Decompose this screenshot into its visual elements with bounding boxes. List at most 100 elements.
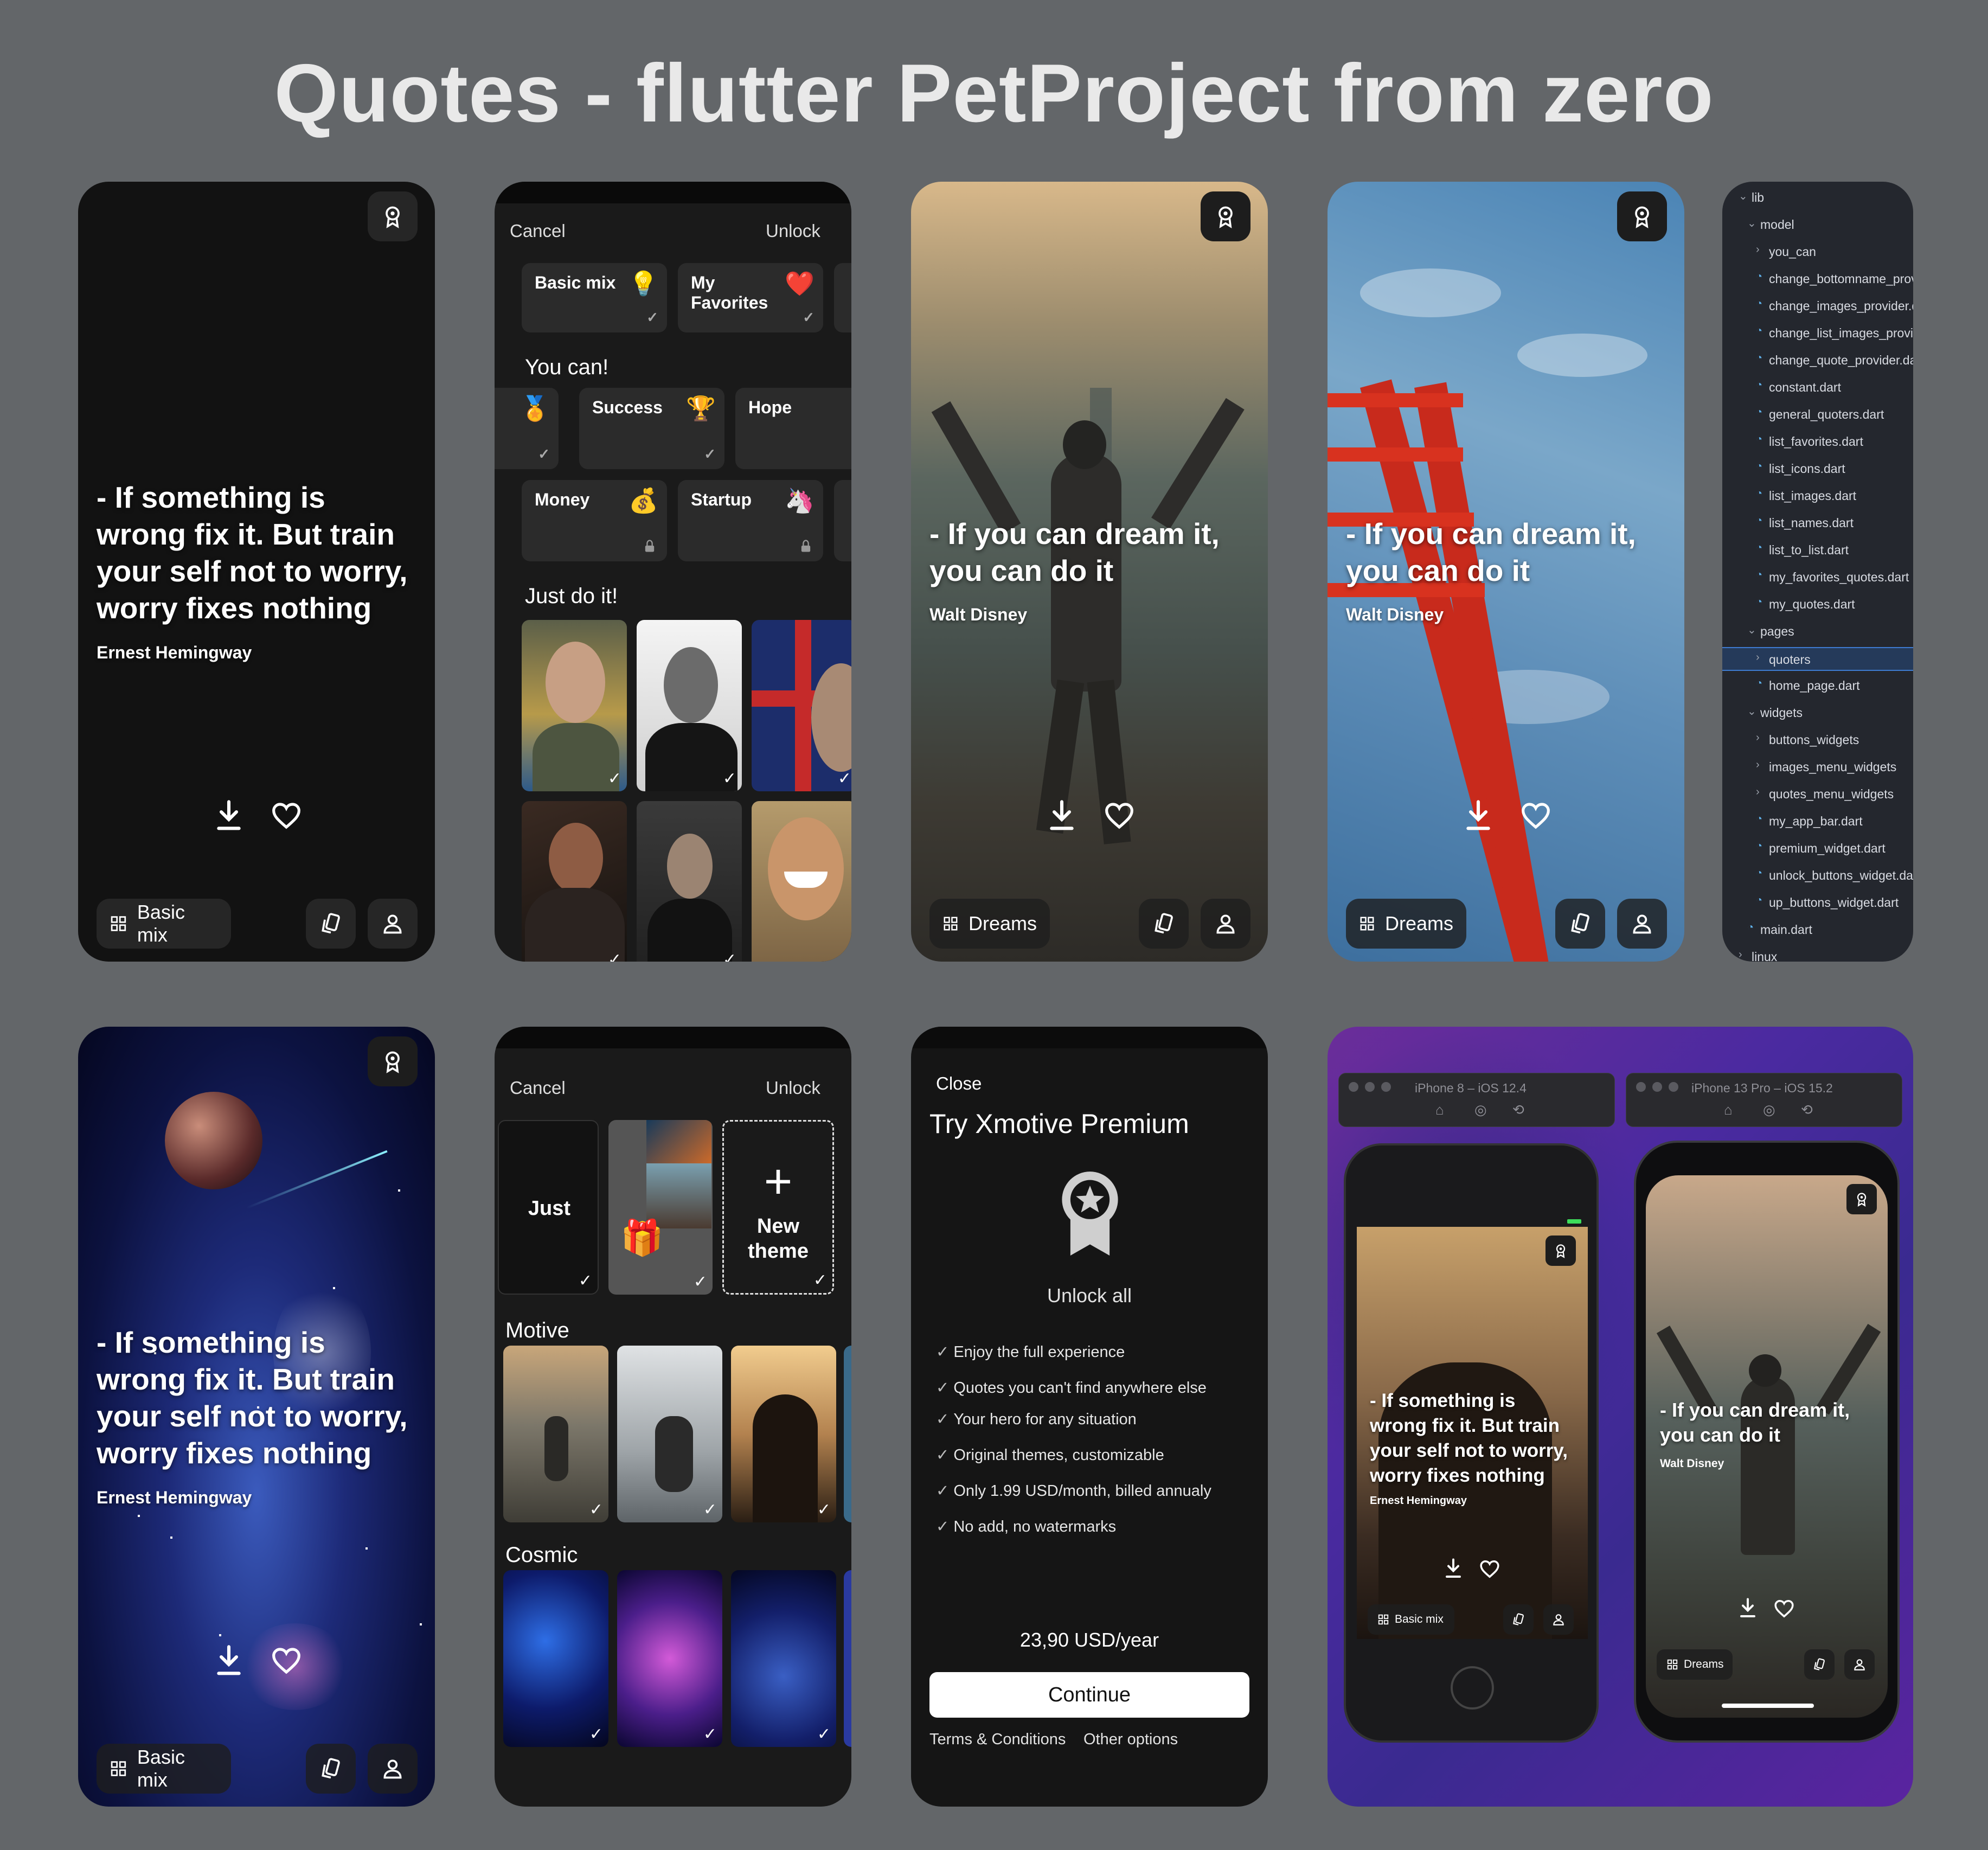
hero-thumbnail[interactable]: ✓: [637, 620, 742, 791]
unlock-button[interactable]: Unlock: [766, 1078, 820, 1098]
cancel-button[interactable]: Cancel: [510, 221, 566, 241]
tree-item[interactable]: ◔ unlock_buttons_widget.dart: [1722, 864, 1913, 888]
premium-button[interactable]: [1201, 191, 1250, 241]
download-icon[interactable]: [1444, 1558, 1463, 1579]
tree-item[interactable]: ◔ my_favorites_quotes.dart: [1722, 566, 1913, 590]
tree-item[interactable]: ◔ main.dart: [1722, 918, 1913, 942]
category-card[interactable]: Hope🌅: [735, 388, 851, 469]
hero-thumbnail[interactable]: ✓: [522, 620, 627, 791]
hero-thumbnail[interactable]: [752, 801, 851, 962]
category-card[interactable]: Basic mix 💡 ✓: [522, 263, 667, 332]
download-icon[interactable]: [1463, 799, 1493, 833]
tree-item[interactable]: ◔ my_quotes.dart: [1722, 593, 1913, 617]
profile-button[interactable]: [1844, 1649, 1875, 1680]
category-button[interactable]: Basic mix: [97, 1744, 231, 1794]
cancel-button[interactable]: Cancel: [510, 1078, 566, 1098]
rotate-icon[interactable]: ⟲: [1512, 1102, 1524, 1118]
profile-button[interactable]: [368, 1744, 418, 1794]
close-button[interactable]: Close: [936, 1073, 982, 1094]
tree-item[interactable]: › quoters: [1722, 647, 1913, 671]
tree-item[interactable]: ◔ my_app_bar.dart: [1722, 810, 1913, 834]
hero-thumbnail[interactable]: ✓: [637, 801, 742, 962]
unlock-button[interactable]: Unlock: [766, 221, 820, 241]
category-card[interactable]: [834, 480, 851, 561]
category-button[interactable]: Dreams: [929, 899, 1050, 949]
theme-thumbnail[interactable]: [844, 1570, 851, 1747]
tree-item[interactable]: ◔ premium_widget.dart: [1722, 837, 1913, 861]
themes-button[interactable]: [1503, 1604, 1534, 1635]
theme-thumbnail[interactable]: [844, 1346, 851, 1522]
other-options-link[interactable]: Other options: [1083, 1731, 1178, 1749]
download-icon[interactable]: [1047, 799, 1077, 833]
profile-button[interactable]: [368, 899, 418, 949]
tree-item[interactable]: ⌄ pages: [1722, 620, 1913, 644]
premium-button[interactable]: [368, 1036, 418, 1086]
theme-thumbnail[interactable]: ✓: [503, 1346, 608, 1522]
theme-thumbnail[interactable]: ✓: [503, 1570, 608, 1747]
download-icon[interactable]: [1738, 1597, 1758, 1619]
tree-item[interactable]: › quotes_menu_widgets: [1722, 783, 1913, 806]
tree-item[interactable]: ◔ change_quote_provider.dart: [1722, 349, 1913, 373]
continue-button[interactable]: Continue: [929, 1672, 1249, 1718]
category-card[interactable]: Money 💰: [522, 480, 667, 561]
tree-item[interactable]: ◔ list_names.dart: [1722, 511, 1913, 535]
category-button[interactable]: Dreams: [1657, 1649, 1733, 1680]
themes-button[interactable]: [306, 899, 356, 949]
screenshot-icon[interactable]: ◎: [1474, 1102, 1487, 1118]
heart-icon[interactable]: [1104, 799, 1134, 833]
themes-button[interactable]: [1804, 1649, 1835, 1680]
tree-item[interactable]: › linux: [1722, 945, 1913, 962]
profile-button[interactable]: [1617, 899, 1667, 949]
heart-icon[interactable]: [1521, 799, 1551, 833]
heart-icon[interactable]: [271, 1644, 302, 1678]
theme-thumbnail[interactable]: ✓: [617, 1346, 722, 1522]
heart-icon[interactable]: [1774, 1598, 1794, 1619]
tree-item[interactable]: ◔ list_to_list.dart: [1722, 539, 1913, 562]
tree-item[interactable]: ◔ list_icons.dart: [1722, 457, 1913, 481]
theme-card[interactable]: Just ✓: [498, 1120, 599, 1295]
tree-item[interactable]: ◔ constant.dart: [1722, 376, 1913, 400]
terms-link[interactable]: Terms & Conditions: [929, 1731, 1066, 1749]
tree-item[interactable]: ◔ up_buttons_widget.dart: [1722, 891, 1913, 915]
themes-button[interactable]: [1555, 899, 1605, 949]
tree-item[interactable]: ◔ change_bottomname_provider.: [1722, 267, 1913, 291]
screenshot-icon[interactable]: ◎: [1763, 1102, 1775, 1118]
download-icon[interactable]: [214, 1644, 244, 1678]
tree-item[interactable]: ◔ general_quoters.dart: [1722, 403, 1913, 427]
themes-button[interactable]: [306, 1744, 356, 1794]
theme-thumbnail[interactable]: ✓: [731, 1570, 836, 1747]
tree-item[interactable]: ◔ change_images_provider.dart: [1722, 295, 1913, 318]
download-icon[interactable]: [214, 799, 244, 833]
hero-thumbnail[interactable]: ✓: [522, 801, 627, 962]
new-theme-button[interactable]: + New theme ✓: [722, 1120, 834, 1295]
profile-button[interactable]: [1543, 1604, 1574, 1635]
tree-item[interactable]: › buttons_widgets: [1722, 728, 1913, 752]
rotate-icon[interactable]: ⟲: [1801, 1102, 1813, 1118]
category-card[interactable]: My Favorites ❤️ ✓: [678, 263, 823, 332]
tree-item[interactable]: ◔ change_list_images_provider.d: [1722, 322, 1913, 345]
category-card[interactable]: Success 🏆 ✓: [579, 388, 724, 469]
theme-card[interactable]: 🎁 ✓: [608, 1120, 713, 1295]
category-button[interactable]: Basic mix: [1368, 1604, 1454, 1635]
category-card[interactable]: 🏅 ✓: [495, 388, 559, 469]
theme-thumbnail[interactable]: ✓: [617, 1570, 722, 1747]
tree-item[interactable]: ⌄ widgets: [1722, 701, 1913, 725]
profile-button[interactable]: [1201, 899, 1250, 949]
tree-item[interactable]: › you_can: [1722, 240, 1913, 264]
heart-icon[interactable]: [1479, 1559, 1500, 1579]
theme-thumbnail[interactable]: ✓: [731, 1346, 836, 1522]
hero-thumbnail[interactable]: ✓: [752, 620, 851, 791]
premium-button[interactable]: [1846, 1184, 1877, 1214]
category-button[interactable]: Dreams: [1346, 899, 1466, 949]
category-button[interactable]: Basic mix: [97, 899, 231, 949]
tree-item[interactable]: ⌄ lib: [1722, 186, 1913, 210]
tree-item[interactable]: ◔ home_page.dart: [1722, 674, 1913, 698]
tree-item[interactable]: ◔ list_favorites.dart: [1722, 430, 1913, 454]
premium-button[interactable]: [368, 191, 418, 241]
category-card[interactable]: Startup 🦄: [678, 480, 823, 561]
home-button[interactable]: [1451, 1666, 1494, 1710]
heart-icon[interactable]: [271, 799, 302, 833]
premium-button[interactable]: [1545, 1236, 1576, 1266]
home-icon[interactable]: ⌂: [1435, 1102, 1444, 1118]
tree-item[interactable]: › images_menu_widgets: [1722, 756, 1913, 779]
